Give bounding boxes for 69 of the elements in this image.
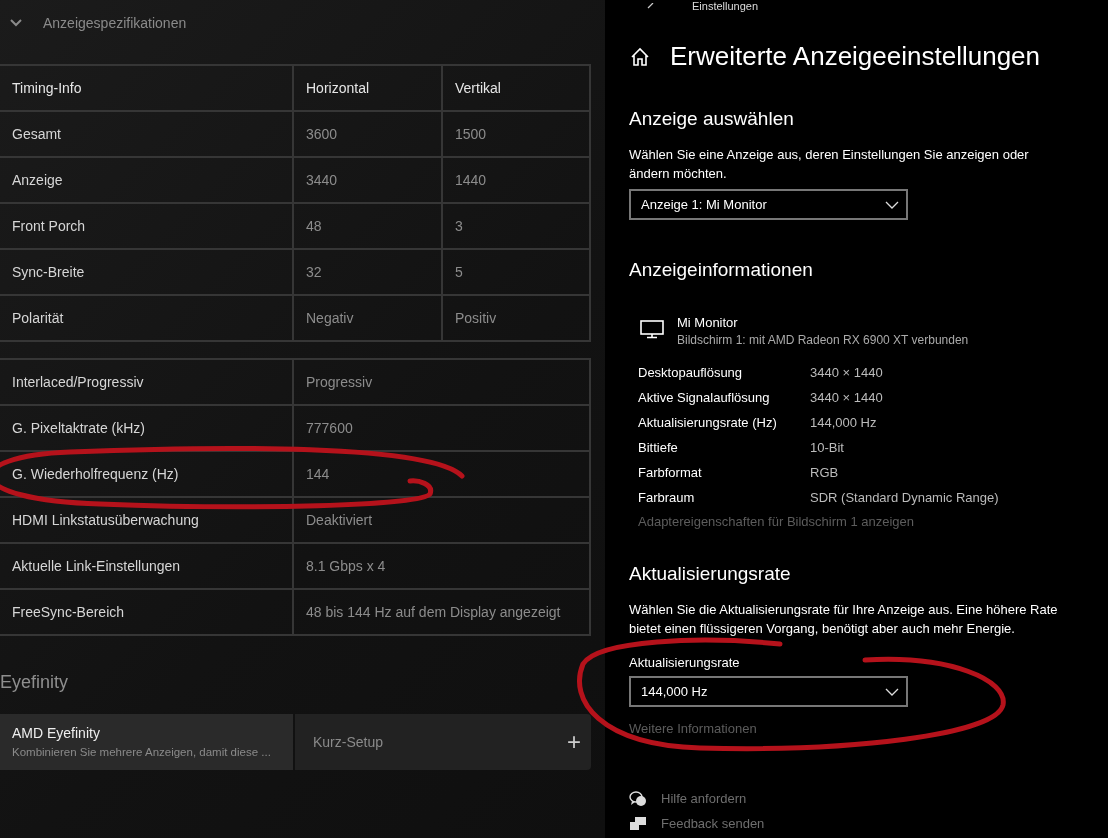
table-cell: 3440 <box>293 157 442 203</box>
section-title[interactable]: Anzeigespezifikationen <box>43 15 187 31</box>
table-cell: 32 <box>293 249 442 295</box>
table-cell: Progressiv <box>293 359 590 405</box>
adapter-properties-link[interactable]: Adaptereigenschaften für Bildschirm 1 anzeigen <box>638 514 1108 529</box>
table-cell: Deaktiviert <box>293 497 590 543</box>
help-icon <box>629 790 647 807</box>
table-cell: Positiv <box>442 295 590 341</box>
table-cell: 48 bis 144 Hz auf dem Display angezeigt <box>293 589 590 635</box>
table-cell: Polarität <box>0 295 293 341</box>
info-label: Aktualisierungsrate (Hz) <box>638 415 778 430</box>
caret-icon <box>885 687 899 696</box>
info-value: RGB <box>810 465 840 480</box>
column-header: Timing-Info <box>0 65 293 111</box>
table-cell: Aktuelle Link-Einstellungen <box>0 543 293 589</box>
table-cell: G. Pixeltaktrate (kHz) <box>0 405 293 451</box>
card-title: AMD Eyefinity <box>12 725 101 741</box>
column-header: Horizontal <box>293 65 442 111</box>
table-cell: 144 <box>293 451 590 497</box>
more-info-link[interactable]: Weitere Informationen <box>629 721 1108 736</box>
description-text: Wählen Sie eine Anzeige aus, deren Einstellungen Sie anzeigen oder ändern möchten. <box>629 146 1030 183</box>
info-label: Farbraum <box>638 490 696 505</box>
info-label: Bittiefe <box>638 440 679 455</box>
refresh-rate-dropdown[interactable]: 144,000 Hz <box>629 676 908 707</box>
info-value: 3440 × 1440 <box>810 365 884 380</box>
info-value: 10-Bit <box>810 440 845 455</box>
section-heading: Aktualisierungsrate <box>629 563 792 585</box>
table-cell: Gesamt <box>0 111 293 157</box>
table-cell: 1440 <box>442 157 590 203</box>
table-cell: G. Wiederholfrequenz (Hz) <box>0 451 293 497</box>
table-cell: Sync-Breite <box>0 249 293 295</box>
home-icon[interactable] <box>630 46 650 67</box>
section-heading: Anzeige auswählen <box>629 108 795 130</box>
card-description: Kombinieren Sie mehrere Anzeigen, damit diese ... <box>12 746 272 758</box>
monitor-detail: Bildschirm 1: mit AMD Radeon RX 6900 XT verbunden <box>677 333 969 347</box>
table-cell: 1500 <box>442 111 590 157</box>
table-cell: FreeSync-Bereich <box>0 589 293 635</box>
section-heading: Eyefinity <box>0 672 70 694</box>
monitor-icon <box>640 319 664 339</box>
caret-icon <box>885 200 899 209</box>
table-cell: 48 <box>293 203 442 249</box>
table-cell: HDMI Linkstatusüberwachung <box>0 497 293 543</box>
quick-setup-button[interactable]: Kurz-Setup + <box>295 714 591 770</box>
info-label: Farbformat <box>638 465 703 480</box>
help-link[interactable]: Hilfe anfordern <box>661 791 747 806</box>
table-cell: Negativ <box>293 295 442 341</box>
table-cell: Front Porch <box>0 203 293 249</box>
table-cell: 8.1 Gbps x 4 <box>293 543 590 589</box>
monitor-name: Mi Monitor <box>677 315 739 330</box>
field-label: Aktualisierungsrate <box>629 655 740 670</box>
display-dropdown[interactable]: Anzeige 1: Mi Monitor <box>629 189 908 220</box>
table-cell: Anzeige <box>0 157 293 203</box>
info-label: Aktive Signalauflösung <box>638 390 771 405</box>
info-value: 3440 × 1440 <box>810 390 884 405</box>
info-label: Desktopauflösung <box>638 365 744 380</box>
section-heading: Anzeigeinformationen <box>629 259 814 281</box>
breadcrumb: Einstellungen <box>692 0 759 13</box>
table-cell: 3 <box>442 203 590 249</box>
feedback-icon <box>629 815 647 832</box>
column-header: Vertikal <box>442 65 590 111</box>
help-link[interactable]: Feedback senden <box>661 816 765 831</box>
feature-card[interactable]: AMD Eyefinity Kombinieren Sie mehrere Anzeigen, damit diese ... <box>0 714 293 770</box>
info-value: 144,000 Hz <box>810 415 878 430</box>
info-value: SDR (Standard Dynamic Range) <box>810 490 1000 505</box>
table-cell: 5 <box>442 249 590 295</box>
table-cell: Interlaced/Progressiv <box>0 359 293 405</box>
table-cell: 3600 <box>293 111 442 157</box>
description-text: Wählen Sie die Aktualisierungsrate für Ihre Anzeige aus. Eine höhere Rate bietet einen flüssigeren Vorgang, benötigt aber auch mehr Energie. <box>629 601 1059 638</box>
page-title: Erweiterte Anzeigeeinstellungen <box>670 41 1041 72</box>
